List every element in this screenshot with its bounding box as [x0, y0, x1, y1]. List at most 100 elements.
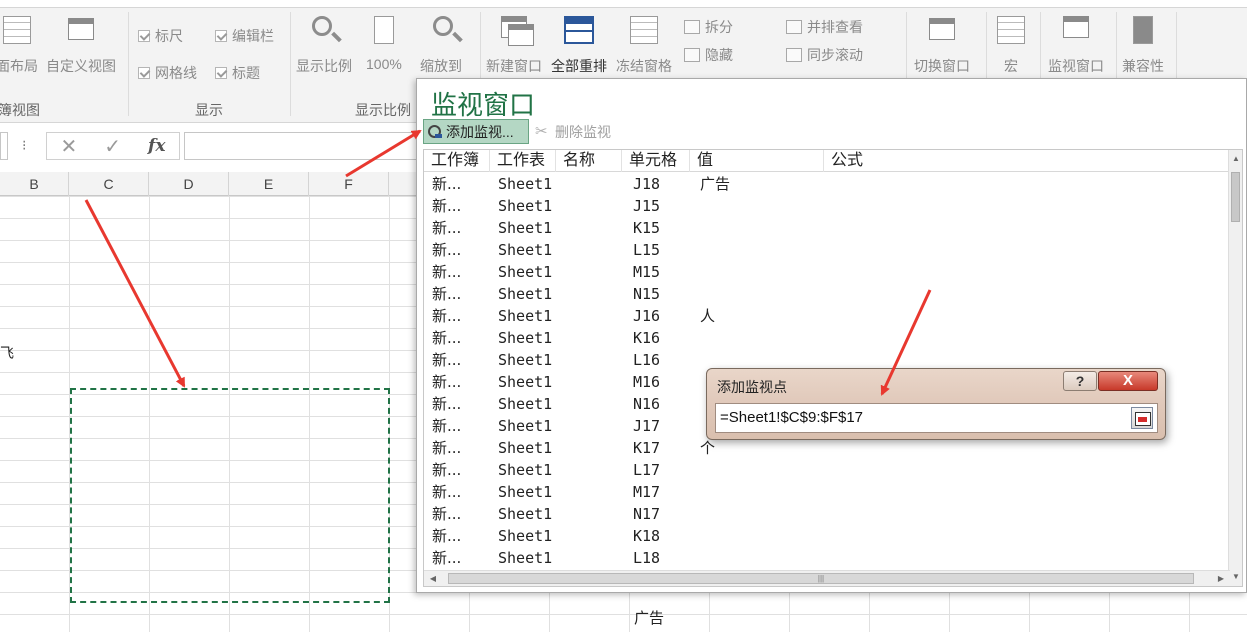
switch-windows-label: 切换窗口 — [914, 58, 970, 74]
watch-cell-cell: L15 — [633, 241, 661, 259]
watch-cell-book: 新... — [432, 461, 462, 479]
column-header-b[interactable]: B — [0, 172, 69, 196]
watch-row[interactable]: 新... Sheet1 K18 — [424, 525, 1229, 547]
zoom-label: 显示比例 — [296, 58, 352, 74]
scroll-right-icon[interactable]: ▶ — [1214, 571, 1228, 586]
scroll-up-icon[interactable]: ▲ — [1229, 152, 1242, 166]
scroll-down-icon[interactable]: ▼ — [1229, 570, 1242, 584]
scroll-left-icon[interactable]: ◀ — [426, 571, 440, 586]
zoom-button[interactable]: 显示比例 — [296, 14, 352, 78]
watch-row[interactable]: 新... Sheet1 K15 — [424, 217, 1229, 239]
watch-window-ribbon-button[interactable]: 监视窗口 — [1048, 14, 1104, 78]
watch-cell-sheet: Sheet1 — [498, 417, 553, 435]
freeze-panes-button[interactable]: 冻结窗格 — [616, 14, 672, 78]
formula-input[interactable] — [184, 132, 424, 160]
watch-cell-book: 新... — [432, 373, 462, 391]
formula-bar-checkbox[interactable]: 编辑栏 — [215, 26, 274, 46]
collapse-dialog-icon[interactable] — [1131, 407, 1153, 429]
page-layout-icon — [1, 14, 33, 46]
headings-checkbox[interactable]: 标题 — [215, 63, 260, 83]
delete-watch-button[interactable]: ✂ 删除监视 — [535, 122, 611, 142]
arrange-all-label: 全部重排 — [551, 58, 607, 74]
hide-button[interactable]: 隐藏 — [684, 45, 733, 65]
vertical-scrollbar[interactable]: ▲ ▼ — [1228, 150, 1242, 586]
header-value[interactable]: 值 — [690, 150, 824, 172]
arrange-all-button[interactable]: 全部重排 — [551, 14, 607, 78]
ruler-checkbox[interactable]: 标尺 — [138, 26, 183, 46]
add-watch-button[interactable]: 添加监视... — [423, 119, 529, 144]
watch-cell-book: 新... — [432, 351, 462, 369]
header-name[interactable]: 名称 — [556, 150, 622, 172]
column-header-d[interactable]: D — [149, 172, 229, 196]
watch-window-title: 监视窗口 — [431, 91, 536, 121]
watch-cell-sheet: Sheet1 — [498, 263, 553, 281]
magnifier-icon — [308, 14, 340, 46]
page-layout-button[interactable]: 面布局 — [0, 14, 38, 78]
watch-row[interactable]: 新... Sheet1 L15 — [424, 239, 1229, 261]
sync-scroll-button[interactable]: 同步滚动 — [786, 45, 863, 65]
watch-cell-sheet: Sheet1 — [498, 219, 553, 237]
header-formula[interactable]: 公式 — [824, 150, 1229, 172]
watch-row[interactable]: 新... Sheet1 K16 — [424, 327, 1229, 349]
view-side-by-side-button[interactable]: 并排查看 — [786, 17, 863, 37]
delete-watch-icon: ✂ — [535, 123, 548, 140]
formula-bar-grip[interactable]: ⁝ — [22, 137, 26, 154]
new-window-button[interactable]: 新建窗口 — [486, 14, 542, 78]
watch-row[interactable]: 新... Sheet1 L18 — [424, 547, 1229, 569]
column-header-e[interactable]: E — [229, 172, 309, 196]
watch-row[interactable]: 新... Sheet1 J16 人 — [424, 305, 1229, 327]
watch-cell-sheet: Sheet1 — [498, 527, 553, 545]
watch-cell-book: 新... — [432, 549, 462, 567]
watch-cell-cell: N15 — [633, 285, 661, 303]
watch-cell-sheet: Sheet1 — [498, 461, 553, 479]
watch-list-header: 工作簿 工作表 名称 单元格 值 公式 — [424, 150, 1242, 172]
enter-icon[interactable]: ✓ — [104, 134, 121, 159]
macros-button[interactable]: 宏 — [995, 14, 1027, 78]
column-header-f[interactable]: F — [309, 172, 389, 196]
watch-cell-cell: J15 — [633, 197, 661, 215]
header-cell[interactable]: 单元格 — [622, 150, 690, 172]
ribbon-separator — [128, 12, 129, 116]
close-button[interactable]: X — [1098, 371, 1158, 391]
watch-row[interactable]: 新... Sheet1 M17 — [424, 481, 1229, 503]
cancel-icon[interactable]: ✕ — [61, 134, 78, 159]
watch-cell-book: 新... — [432, 241, 462, 259]
group-label-zoom: 显示比例 — [355, 102, 411, 118]
zoom-to-selection-button[interactable]: 缩放到 — [420, 14, 462, 78]
zoom-selection-icon — [425, 14, 457, 46]
split-button[interactable]: 拆分 — [684, 17, 733, 37]
scroll-thumb[interactable]: ||| — [448, 573, 1194, 584]
watch-row[interactable]: 新... Sheet1 L17 — [424, 459, 1229, 481]
ruler-label: 标尺 — [155, 28, 183, 44]
watch-row[interactable]: 新... Sheet1 J15 — [424, 195, 1229, 217]
watch-row[interactable]: 新... Sheet1 K17 个 — [424, 437, 1229, 459]
checkbox-icon — [138, 30, 150, 42]
watch-cell-book: 新... — [432, 439, 462, 457]
custom-views-button[interactable]: 自定义视图 — [46, 14, 116, 78]
scroll-thumb[interactable] — [1231, 172, 1240, 222]
header-sheet[interactable]: 工作表 — [490, 150, 556, 172]
hide-icon — [684, 48, 700, 62]
name-box[interactable] — [0, 132, 8, 160]
watch-cell-value: 个 — [700, 439, 716, 457]
headings-label: 标题 — [232, 65, 260, 81]
checkbox-icon — [215, 30, 227, 42]
reference-input[interactable]: =Sheet1!$C$9:$F$17 — [715, 403, 1158, 433]
compatibility-button[interactable]: 兼容性 — [1122, 14, 1164, 78]
arrange-all-icon — [563, 14, 595, 46]
watch-row[interactable]: 新... Sheet1 N17 — [424, 503, 1229, 525]
gridlines-checkbox[interactable]: 网格线 — [138, 63, 197, 83]
split-label: 拆分 — [705, 19, 733, 35]
horizontal-scrollbar[interactable]: ◀ ||| ▶ — [424, 570, 1230, 586]
switch-windows-button[interactable]: 切换窗口 — [914, 14, 970, 78]
column-header-c[interactable]: C — [69, 172, 149, 196]
header-workbook[interactable]: 工作簿 — [424, 150, 490, 172]
watch-row[interactable]: 新... Sheet1 N15 — [424, 283, 1229, 305]
zoom-100-button[interactable]: 100% — [366, 14, 402, 78]
insert-function-icon[interactable]: fx — [148, 136, 165, 156]
watch-row[interactable]: 新... Sheet1 J18 广告 — [424, 173, 1229, 195]
help-button[interactable]: ? — [1063, 371, 1097, 391]
watch-cell-book: 新... — [432, 219, 462, 237]
watch-cell-sheet: Sheet1 — [498, 505, 553, 523]
watch-row[interactable]: 新... Sheet1 M15 — [424, 261, 1229, 283]
